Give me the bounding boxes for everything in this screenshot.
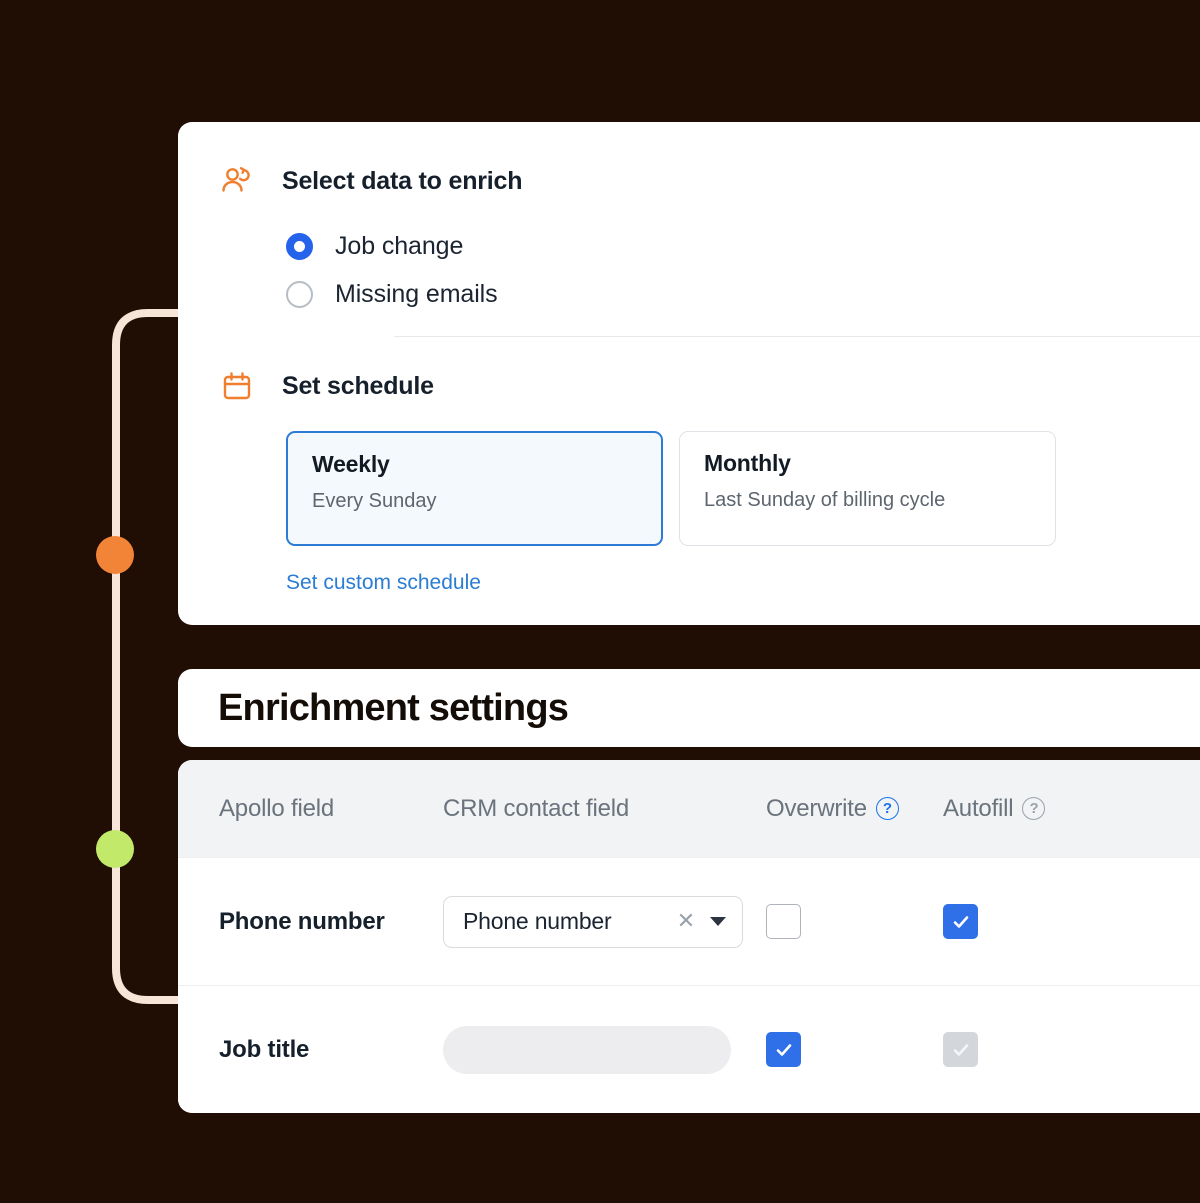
page-title: Enrichment settings bbox=[218, 686, 569, 729]
table-row: Phone number Phone number ✕ bbox=[178, 857, 1200, 985]
row-overwrite-phone-number bbox=[766, 904, 943, 939]
table-row: Job title bbox=[178, 985, 1200, 1113]
set-schedule-section: Set schedule Weekly Every Sunday Monthly… bbox=[178, 337, 1200, 595]
row-crm-field-job-title bbox=[443, 1025, 766, 1074]
row-overwrite-job-title bbox=[766, 1032, 943, 1067]
schedule-option-weekly-description: Every Sunday bbox=[312, 490, 437, 512]
apollo-field-label: Job title bbox=[219, 1035, 310, 1063]
autofill-help-icon[interactable]: ? bbox=[1022, 797, 1046, 820]
table-header-cell-autofill: Autofill ? bbox=[943, 795, 1123, 823]
apollo-field-label: Phone number bbox=[219, 907, 385, 935]
enrich-schedule-card: Select data to enrich Job change Missing… bbox=[178, 122, 1200, 625]
select-data-section: Select data to enrich Job change Missing… bbox=[178, 122, 1200, 318]
row-autofill-job-title bbox=[943, 1032, 1123, 1067]
autofill-checkbox[interactable] bbox=[943, 904, 978, 939]
select-data-title: Select data to enrich bbox=[282, 166, 523, 195]
schedule-option-monthly[interactable]: Monthly Last Sunday of billing cycle bbox=[679, 431, 1056, 546]
enrichment-settings-table: Apollo field CRM contact field Overwrite… bbox=[178, 760, 1200, 1113]
table-header-row: Apollo field CRM contact field Overwrite… bbox=[178, 760, 1200, 857]
connector-dot-orange bbox=[96, 536, 134, 574]
column-label-apollo-field: Apollo field bbox=[219, 794, 335, 822]
radio-missing-emails-label: Missing emails bbox=[335, 279, 498, 308]
set-schedule-header: Set schedule bbox=[218, 367, 1200, 405]
connector-dot-green bbox=[96, 830, 134, 868]
overwrite-checkbox[interactable] bbox=[766, 1032, 801, 1067]
row-autofill-phone-number bbox=[943, 904, 1123, 939]
crm-field-select-value: Phone number bbox=[463, 908, 612, 934]
select-data-radio-group[interactable]: Job change Missing emails bbox=[218, 222, 1200, 318]
calendar-icon bbox=[218, 367, 256, 405]
chevron-down-icon[interactable] bbox=[710, 917, 726, 926]
radio-missing-emails-indicator[interactable] bbox=[286, 280, 313, 308]
schedule-option-weekly-name: Weekly bbox=[312, 451, 390, 477]
row-crm-field-phone-number: Phone number ✕ bbox=[443, 895, 766, 948]
table-header-cell-apollo-field: Apollo field bbox=[178, 795, 443, 823]
table-header-cell-overwrite: Overwrite ? bbox=[766, 795, 943, 823]
radio-option-missing-emails[interactable]: Missing emails bbox=[286, 270, 1200, 318]
column-label-crm-contact-field: CRM contact field bbox=[443, 794, 629, 822]
radio-job-change-label: Job change bbox=[335, 231, 464, 260]
crm-field-select[interactable]: Phone number ✕ bbox=[443, 895, 743, 948]
radio-job-change-indicator[interactable] bbox=[286, 232, 313, 260]
schedule-option-monthly-name: Monthly bbox=[704, 450, 791, 476]
enrichment-settings-header-card: Enrichment settings bbox=[178, 669, 1200, 747]
column-label-autofill: Autofill bbox=[943, 794, 1014, 822]
schedule-option-weekly[interactable]: Weekly Every Sunday bbox=[286, 431, 663, 546]
select-data-header: Select data to enrich bbox=[218, 162, 1200, 200]
overwrite-help-icon[interactable]: ? bbox=[875, 797, 899, 820]
clear-icon[interactable]: ✕ bbox=[676, 909, 696, 932]
crm-field-loading-skeleton bbox=[443, 1025, 731, 1074]
set-schedule-title: Set schedule bbox=[282, 371, 434, 400]
radio-option-job-change[interactable]: Job change bbox=[286, 222, 1200, 270]
row-apollo-field-phone-number: Phone number bbox=[178, 908, 443, 936]
table-header-cell-crm-contact-field: CRM contact field bbox=[443, 795, 766, 823]
schedule-option-group: Weekly Every Sunday Monthly Last Sunday … bbox=[218, 431, 1200, 546]
autofill-checkbox-disabled bbox=[943, 1032, 978, 1067]
row-apollo-field-job-title: Job title bbox=[178, 1036, 443, 1064]
person-sync-icon bbox=[218, 162, 256, 200]
overwrite-checkbox[interactable] bbox=[766, 904, 801, 939]
column-label-overwrite: Overwrite bbox=[766, 794, 867, 822]
set-custom-schedule-link[interactable]: Set custom schedule bbox=[286, 571, 481, 595]
schedule-option-monthly-description: Last Sunday of billing cycle bbox=[704, 489, 946, 511]
